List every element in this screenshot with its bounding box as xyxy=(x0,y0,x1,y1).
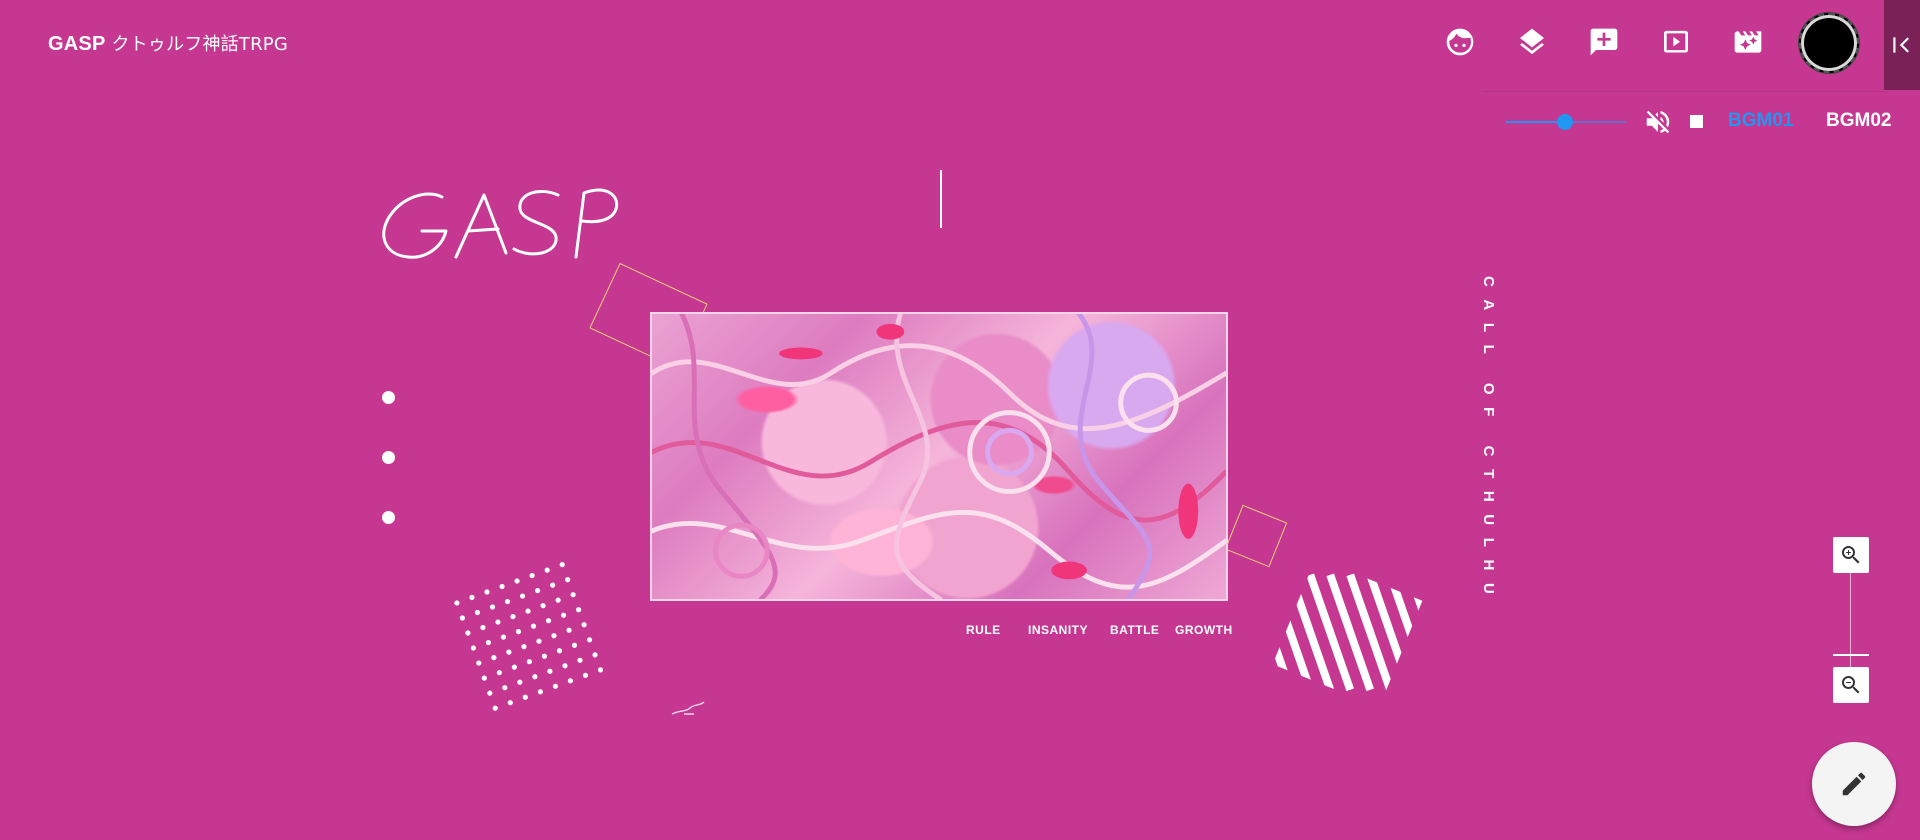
nav-dot-3[interactable] xyxy=(382,511,395,524)
zoom-in-icon[interactable] xyxy=(1833,537,1869,573)
zoom-slider-thumb[interactable] xyxy=(1833,654,1869,656)
app-title-subtitle: クトゥルフ神話TRPG xyxy=(111,34,288,55)
menu-link-growth[interactable]: GROWTH xyxy=(1175,623,1233,637)
bgm-track-2[interactable]: BGM02 xyxy=(1826,110,1891,132)
volume-slider-thumb[interactable] xyxy=(1557,114,1573,130)
add-comment-icon[interactable] xyxy=(1584,22,1624,62)
bgm-track-1[interactable]: BGM01 xyxy=(1728,110,1793,132)
deco-outline-square-small xyxy=(1224,504,1288,568)
deco-bird-icon xyxy=(671,701,705,715)
user-avatar[interactable] xyxy=(1799,13,1859,73)
movie-effects-icon[interactable] xyxy=(1728,22,1768,62)
marble-texture xyxy=(652,314,1226,599)
text-caret xyxy=(940,170,942,228)
scene-logo xyxy=(382,188,619,259)
edit-fab-button[interactable] xyxy=(1812,742,1896,826)
collapse-left-icon[interactable] xyxy=(1884,0,1920,90)
menu-link-battle[interactable]: BATTLE xyxy=(1110,623,1159,637)
zoom-out-icon[interactable] xyxy=(1833,667,1869,703)
deco-stripe-square xyxy=(1272,573,1423,692)
pencil-icon xyxy=(1842,772,1866,796)
app-title-brand: GASP xyxy=(48,33,106,55)
menu-link-rule[interactable]: RULE xyxy=(966,623,1001,637)
layers-icon[interactable] xyxy=(1512,22,1552,62)
menu-link-insanity[interactable]: INSANITY xyxy=(1028,623,1088,637)
nav-dot-2[interactable] xyxy=(382,451,395,464)
marble-slide-image xyxy=(650,312,1228,601)
app-title: GASP クトゥルフ神話TRPG xyxy=(48,30,288,56)
nav-dot-1[interactable] xyxy=(382,391,395,404)
volume-off-icon[interactable] xyxy=(1643,107,1673,137)
toolbar-divider xyxy=(1484,91,1884,92)
vertical-caption: CALL OF CTHULHU xyxy=(1480,276,1497,607)
deco-dot-grid xyxy=(454,562,604,711)
face-icon[interactable] xyxy=(1440,22,1480,62)
slideshow-icon[interactable] xyxy=(1656,22,1696,62)
stop-icon[interactable] xyxy=(1690,115,1703,128)
